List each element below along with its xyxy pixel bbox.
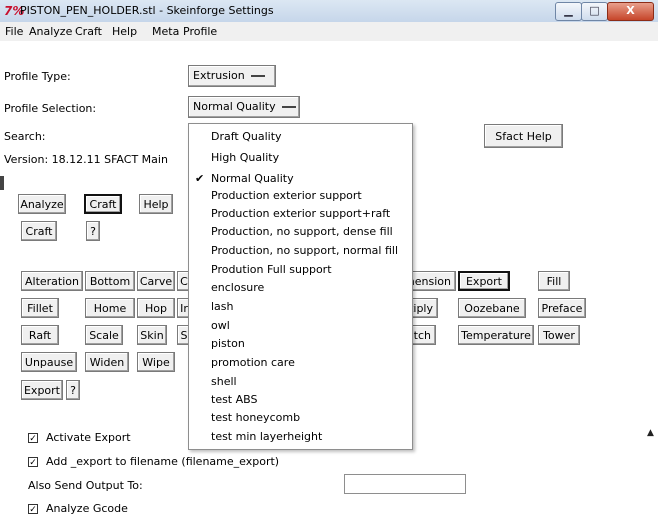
plugin-raft[interactable]: Raft <box>21 325 59 345</box>
minimize-button[interactable]: ▁ <box>555 2 582 21</box>
title-bar[interactable]: 7% PISTON_PEN_HOLDER.stl - Skeinforge Se… <box>0 0 658 23</box>
checkmark-icon: ✔ <box>195 172 205 185</box>
maximize-button[interactable]: □ <box>581 2 608 21</box>
menu-analyze[interactable]: Analyze <box>29 25 72 38</box>
menu-file[interactable]: File <box>5 25 23 38</box>
tab-help[interactable]: Help <box>139 194 173 214</box>
plugin-fill[interactable]: Fill <box>538 271 570 291</box>
close-button[interactable]: X <box>607 2 654 21</box>
dropdown-option[interactable]: Production exterior support+raft <box>211 207 390 220</box>
tab-analyze[interactable]: Analyze <box>18 194 66 214</box>
plugin-oozebane[interactable]: Oozebane <box>458 298 526 318</box>
dropdown-option[interactable]: shell <box>211 375 237 388</box>
craft-button[interactable]: Craft <box>21 221 57 241</box>
also-send-label: Also Send Output To: <box>28 479 143 492</box>
dropdown-option-selected[interactable]: Normal Quality <box>211 172 294 185</box>
plugin-scale[interactable]: Scale <box>85 325 123 345</box>
profile-selection-select[interactable]: Normal Quality <box>188 96 300 118</box>
dropdown-option[interactable]: test min layerheight <box>211 430 322 443</box>
dropdown-option[interactable]: piston <box>211 337 245 350</box>
profile-type-label: Profile Type: <box>4 70 71 83</box>
dropdown-option[interactable]: promotion care <box>211 356 295 369</box>
version-text: Version: 18.12.11 SFACT Main <box>4 153 168 166</box>
plugin-widen[interactable]: Widen <box>85 352 129 372</box>
profile-dropdown-list: ✔ Draft Quality High Quality Normal Qual… <box>188 123 413 450</box>
scroll-up-arrow-icon[interactable]: ▲ <box>647 428 654 438</box>
profile-type-value: Extrusion <box>193 69 245 82</box>
add-export-checkbox[interactable]: ✓ <box>28 457 38 468</box>
plugin-wipe[interactable]: Wipe <box>137 352 175 372</box>
plugin-home[interactable]: Home <box>85 298 135 318</box>
plugin-tower[interactable]: Tower <box>538 325 580 345</box>
dropdown-option[interactable]: Draft Quality <box>211 130 282 143</box>
profile-selection-label: Profile Selection: <box>4 102 97 115</box>
dropdown-option[interactable]: High Quality <box>211 151 279 164</box>
menu-bar: File Analyze Craft Help Meta Profile <box>0 22 658 41</box>
dropdown-option[interactable]: Production, no support, dense fill <box>211 225 393 238</box>
plugin-temperature[interactable]: Temperature <box>458 325 534 345</box>
craft-help-button[interactable]: ? <box>86 221 100 241</box>
menu-meta[interactable]: Meta <box>152 25 179 38</box>
menu-help[interactable]: Help <box>112 25 137 38</box>
window-title: PISTON_PEN_HOLDER.stl - Skeinforge Setti… <box>20 4 274 17</box>
analyze-gcode-checkbox[interactable]: ✓ <box>28 504 38 515</box>
activate-export-label: Activate Export <box>46 431 131 444</box>
plugin-unpause[interactable]: Unpause <box>21 352 77 372</box>
plugin-alteration[interactable]: Alteration <box>21 271 83 291</box>
plugin-carve[interactable]: Carve <box>137 271 175 291</box>
dropdown-option[interactable]: Production, no support, normal fill <box>211 244 398 257</box>
export-help-button[interactable]: ? <box>66 380 80 400</box>
plugin-export[interactable]: Export <box>458 271 510 291</box>
dropdown-option[interactable]: Prodution Full support <box>211 263 332 276</box>
analyze-gcode-label: Analyze Gcode <box>46 502 128 515</box>
profile-type-select[interactable]: Extrusion <box>188 65 276 87</box>
dropdown-option[interactable]: lash <box>211 300 234 313</box>
dropdown-option[interactable]: owl <box>211 319 230 332</box>
search-label: Search: <box>4 130 46 143</box>
option-indicator-icon <box>281 102 296 108</box>
dropdown-option[interactable]: Production exterior support <box>211 189 362 202</box>
export-button[interactable]: Export <box>21 380 63 400</box>
also-send-input[interactable] <box>344 474 466 494</box>
plugin-fillet[interactable]: Fillet <box>21 298 59 318</box>
plugin-hop[interactable]: Hop <box>137 298 175 318</box>
plugin-preface[interactable]: Preface <box>538 298 586 318</box>
dropdown-option[interactable]: test ABS <box>211 393 257 406</box>
dropdown-option[interactable]: test honeycomb <box>211 411 300 424</box>
profile-selection-value: Normal Quality <box>193 100 276 113</box>
add-export-label: Add _export to filename (filename_export… <box>46 455 280 468</box>
plugin-bottom[interactable]: Bottom <box>85 271 135 291</box>
option-indicator-icon <box>250 71 265 77</box>
menu-profile[interactable]: Profile <box>183 25 217 38</box>
sfact-help-button[interactable]: Sfact Help <box>484 124 563 148</box>
plugin-skin[interactable]: Skin <box>137 325 167 345</box>
window-edge <box>0 176 4 190</box>
tab-craft[interactable]: Craft <box>84 194 122 214</box>
menu-craft[interactable]: Craft <box>75 25 102 38</box>
dropdown-option[interactable]: enclosure <box>211 281 264 294</box>
activate-export-checkbox[interactable]: ✓ <box>28 433 38 444</box>
